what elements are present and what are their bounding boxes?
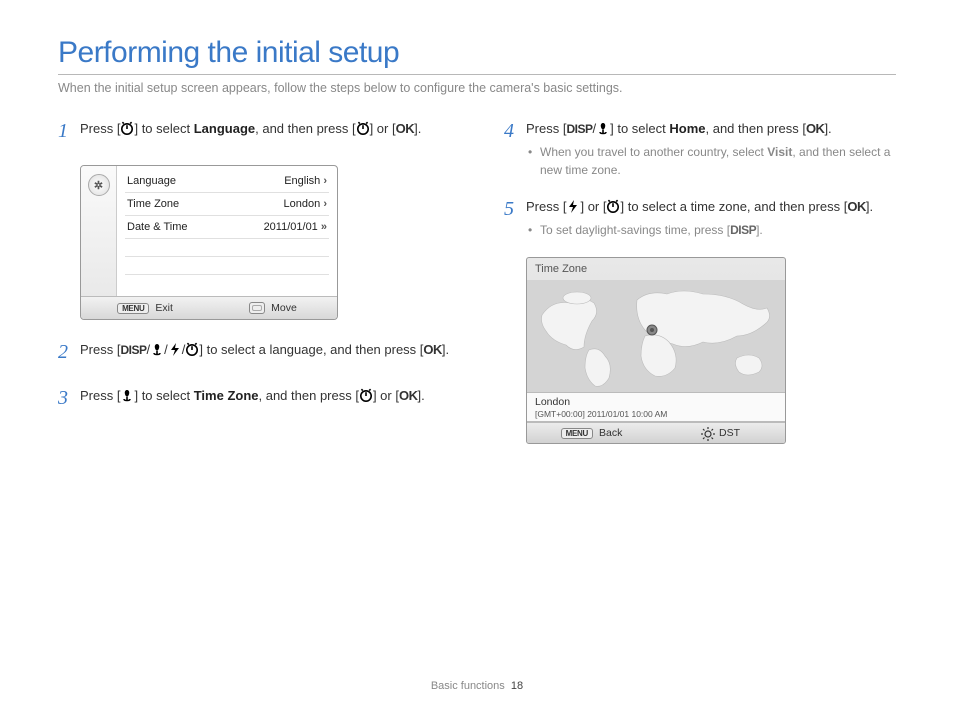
row-value: English — [284, 175, 327, 187]
timer-icon — [120, 121, 134, 135]
ok-label: OK — [399, 388, 418, 403]
text: ] to select a time zone, and then press … — [620, 199, 847, 214]
flash-icon — [566, 199, 580, 213]
step-number: 2 — [58, 337, 80, 368]
text: , and then press [ — [259, 388, 359, 403]
disp-label: DISP — [566, 122, 592, 136]
ok-label: OK — [423, 342, 442, 357]
sun-icon — [701, 427, 713, 439]
location-timezone: [GMT+00:00] 2011/01/01 10:00 AM — [535, 409, 777, 419]
settings-panel: ✲ Language English Time Zone London Date… — [80, 165, 338, 320]
panel-footer: MENU Exit Move — [81, 296, 337, 319]
ok-label: OK — [847, 199, 866, 214]
disp-label: DISP — [120, 343, 146, 357]
timer-icon — [606, 199, 620, 213]
world-map — [527, 280, 785, 392]
dpad-icon — [249, 302, 265, 314]
ok-label: OK — [806, 121, 825, 136]
text: ]. — [756, 223, 763, 237]
text: ]. — [442, 342, 449, 357]
settings-row-datetime: Date & Time 2011/01/01 — [125, 216, 329, 239]
page-subtitle: When the initial setup screen appears, f… — [58, 81, 896, 95]
timezone-panel: Time Zone — [526, 257, 786, 444]
right-column: 4 Press [DISP/] to select Home, and then… — [504, 119, 896, 444]
disp-label: DISP — [730, 223, 756, 237]
step-1: 1 Press [ ] to select Language, and then … — [58, 119, 450, 147]
text: ]. — [414, 121, 421, 136]
text: ] to select — [134, 388, 193, 403]
macro-icon — [150, 342, 164, 356]
text: To set daylight-savings time, press [ — [540, 223, 730, 237]
location-bar: London [GMT+00:00] 2011/01/01 10:00 AM — [527, 392, 785, 422]
text: Press [ — [80, 342, 120, 357]
location-name: London — [535, 396, 777, 409]
text: Press [ — [80, 388, 120, 403]
panel-title: Time Zone — [527, 258, 785, 280]
row-value: 2011/01/01 — [264, 221, 327, 233]
gear-column: ✲ — [81, 166, 117, 296]
sub-bullet: To set daylight-savings time, press [DIS… — [526, 221, 896, 239]
sub-bullet: When you travel to another country, sele… — [526, 143, 896, 179]
menu-button-icon: MENU — [117, 303, 149, 314]
timer-icon — [356, 121, 370, 135]
row-label: Language — [127, 175, 176, 187]
move-label: Move — [271, 302, 297, 314]
text: Press [ — [80, 121, 120, 136]
left-column: 1 Press [] to select Language, and then … — [58, 119, 450, 444]
step-number: 3 — [58, 383, 80, 414]
text-bold: Language — [194, 121, 255, 136]
text: ]. — [824, 121, 831, 136]
text: Press [ — [526, 199, 566, 214]
page-title: Performing the initial setup — [58, 36, 896, 75]
text-bold: Visit — [767, 145, 792, 159]
back-label: Back — [599, 427, 622, 439]
gear-icon: ✲ — [88, 174, 110, 196]
settings-row-timezone: Time Zone London — [125, 193, 329, 216]
timer-icon — [359, 388, 373, 402]
row-value: London — [284, 198, 327, 210]
exit-label: Exit — [155, 302, 173, 314]
settings-row-language: Language English — [125, 170, 329, 193]
step-number: 5 — [504, 194, 526, 225]
text-bold: Time Zone — [194, 388, 259, 403]
text: ] to select — [134, 121, 193, 136]
row-label: Date & Time — [127, 221, 188, 233]
step-3: 3 Press [ ] to select Time Zone, and then… — [58, 386, 450, 414]
text: ] or [ — [373, 388, 399, 403]
row-label: Time Zone — [127, 198, 179, 210]
text: ] to select a language, and then press [ — [199, 342, 423, 357]
text: Press [ — [526, 121, 566, 136]
text: ] or [ — [580, 199, 606, 214]
step-number: 4 — [504, 116, 526, 147]
text: , and then press [ — [705, 121, 805, 136]
ok-label: OK — [396, 121, 415, 136]
panel-footer: MENU Back DST — [527, 422, 785, 443]
text: ] or [ — [370, 121, 396, 136]
flash-icon — [168, 342, 182, 356]
timer-icon — [185, 342, 199, 356]
step-number: 1 — [58, 116, 80, 147]
text: When you travel to another country, sele… — [540, 145, 767, 159]
dst-label: DST — [719, 427, 740, 439]
page-footer: Basic functions 18 — [0, 680, 954, 692]
menu-button-icon: MENU — [561, 428, 593, 439]
macro-icon — [596, 121, 610, 135]
footer-section: Basic functions — [431, 680, 505, 692]
macro-icon — [120, 388, 134, 402]
text: , and then press [ — [255, 121, 355, 136]
step-2: 2 Press [DISP///] to select a language, … — [58, 340, 450, 368]
step-4: 4 Press [DISP/] to select Home, and then… — [504, 119, 896, 179]
text-bold: Home — [669, 121, 705, 136]
text: ]. — [866, 199, 873, 214]
text: ] to select — [610, 121, 669, 136]
text: ]. — [417, 388, 424, 403]
step-5: 5 Press [ ] or [ ] to select a time zone, … — [504, 197, 896, 239]
footer-page: 18 — [511, 680, 523, 692]
